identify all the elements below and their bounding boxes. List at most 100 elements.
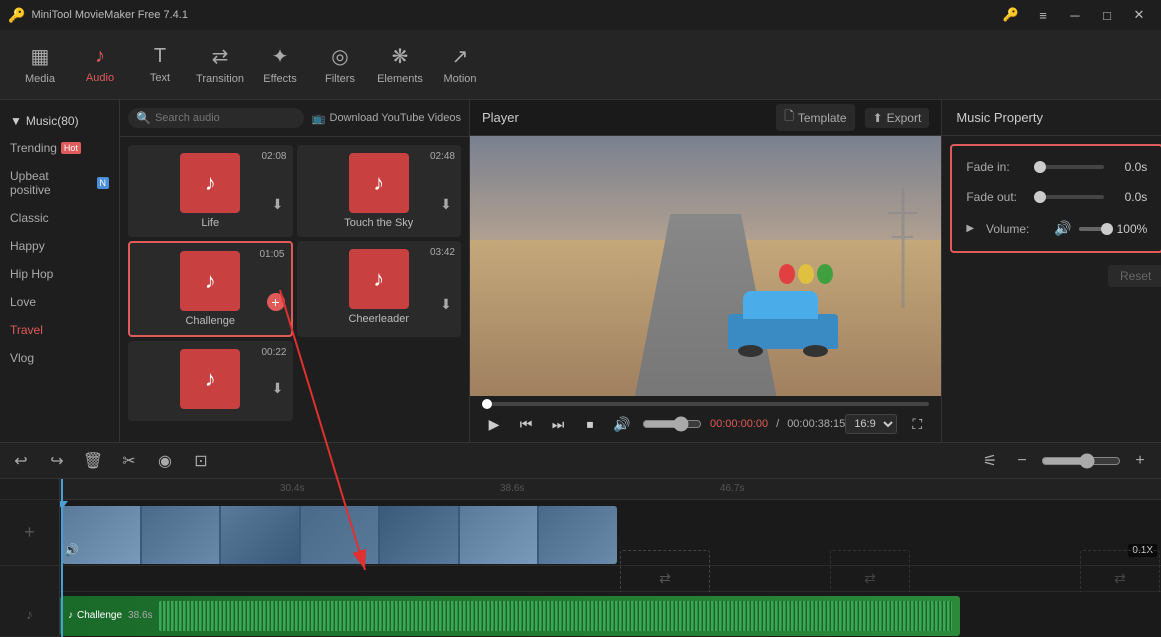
effects-icon: ✦ [272, 44, 289, 69]
stop-button[interactable]: ⏹ [578, 412, 602, 436]
audio-card-touchsky[interactable]: 02:48 ♪ Touch the Sky ⬇ [297, 145, 462, 237]
sidebar-item-classic[interactable]: Classic [0, 204, 119, 232]
maximize-button[interactable]: □ [1093, 4, 1121, 26]
track5-download-button[interactable]: ⬇ [269, 379, 287, 397]
pin-button[interactable]: 🔑 [997, 4, 1025, 26]
zoom-controls: ⚟ − + [977, 448, 1153, 474]
fade-in-slider[interactable] [1034, 165, 1104, 169]
download-youtube-button[interactable]: 📺 Download YouTube Videos [312, 112, 461, 125]
step-fwd-button[interactable]: ⏭ [546, 412, 570, 436]
crop-button[interactable]: ⊡ [188, 448, 214, 474]
cheerleader-thumbnail: ♪ [349, 249, 409, 309]
volume-slider[interactable] [642, 416, 702, 432]
audio-card-track5[interactable]: 00:22 ♪ ⬇ [128, 341, 293, 421]
audio-detach-button[interactable]: ◉ [152, 448, 178, 474]
export-button[interactable]: ⬆ Export [865, 108, 930, 128]
reset-button[interactable]: Reset [1108, 265, 1161, 287]
step-back-button[interactable]: ⏮ [514, 412, 538, 436]
template-button[interactable]: 🗋 Template [776, 104, 854, 131]
transition-slot-1-icon: ⇄ [659, 570, 671, 587]
video-track-label: + [0, 500, 59, 566]
life-thumbnail: ♪ [180, 153, 240, 213]
audio-clip[interactable]: ♪ Challenge 38.6s [60, 596, 960, 636]
sidebar-item-trending[interactable]: Trending Hot [0, 134, 119, 162]
zoom-minus-button[interactable]: − [1009, 448, 1035, 474]
audio-clip-duration: 38.6s [128, 610, 152, 621]
sidebar-item-hiphop[interactable]: Hip Hop [0, 260, 119, 288]
close-button[interactable]: ✕ [1125, 4, 1153, 26]
challenge-add-button[interactable]: + [267, 293, 285, 311]
zoom-slider[interactable] [1041, 453, 1121, 469]
audio-label: Audio [86, 72, 114, 84]
fade-out-thumb[interactable] [1034, 191, 1046, 203]
playhead-triangle [60, 501, 68, 509]
zoom-plus-button[interactable]: + [1127, 448, 1153, 474]
fade-out-label: Fade out: [966, 190, 1026, 204]
search-box[interactable]: 🔍 [128, 108, 304, 128]
trending-badge: Hot [61, 142, 81, 154]
audio-card-challenge[interactable]: 01:05 ♪ Challenge + [128, 241, 293, 337]
video-clip[interactable] [62, 506, 617, 564]
progress-thumb[interactable] [482, 399, 492, 409]
app-title: MiniTool MovieMaker Free 7.4.1 [31, 9, 188, 21]
volume-thumb[interactable] [1101, 223, 1113, 235]
toolbar-audio[interactable]: ♪ Audio [70, 35, 130, 95]
life-download-button[interactable]: ⬇ [269, 195, 287, 213]
sidebar-item-upbeat[interactable]: Upbeat positive N [0, 162, 119, 204]
challenge-duration: 01:05 [259, 249, 284, 260]
ruler-mark-1: 30.4s [280, 483, 304, 494]
progress-bar[interactable] [482, 402, 929, 406]
sidebar-item-travel[interactable]: Travel [0, 316, 119, 344]
toolbar-filters[interactable]: ◎ Filters [310, 35, 370, 95]
music-note-icon5: ♪ [205, 366, 216, 392]
redo-button[interactable]: ↪ [44, 448, 70, 474]
sidebar-item-happy[interactable]: Happy [0, 232, 119, 260]
minimize-button[interactable]: ─ [1061, 4, 1089, 26]
media-label: Media [25, 73, 55, 85]
video-volume-icon: 🔊 [64, 543, 79, 557]
fullscreen-button[interactable]: ⛶ [905, 412, 929, 436]
transition-slot-2-icon: ⇄ [864, 570, 876, 587]
toolbar-media[interactable]: ▦ Media [10, 35, 70, 95]
search-input[interactable] [155, 112, 296, 124]
toolbar-motion[interactable]: ↗ Motion [430, 35, 490, 95]
fade-out-slider[interactable] [1034, 195, 1104, 199]
motion-icon: ↗ [452, 44, 469, 69]
toolbar: ▦ Media ♪ Audio T Text ⇄ Transition ✦ Ef… [0, 30, 1161, 100]
toolbar-transition[interactable]: ⇄ Transition [190, 35, 250, 95]
toolbar-effects[interactable]: ✦ Effects [250, 35, 310, 95]
timeline-area: ↩ ↪ 🗑 ✂ ◉ ⊡ ⚟ − + + ♪ [0, 442, 1161, 637]
volume-slider-property[interactable] [1079, 227, 1104, 231]
toolbar-text[interactable]: T Text [130, 35, 190, 95]
sidebar-item-love[interactable]: Love [0, 288, 119, 316]
add-track-button[interactable]: + [24, 522, 35, 543]
text-icon: T [154, 45, 166, 68]
zoom-out-button[interactable]: ⚟ [977, 448, 1003, 474]
sidebar-collapse-icon[interactable]: ▼ [10, 114, 22, 128]
sidebar-item-vlog[interactable]: Vlog [0, 344, 119, 372]
audio-card-cheerleader[interactable]: 03:42 ♪ Cheerleader ⬇ [297, 241, 462, 337]
fade-in-row: Fade in: 0.0s [966, 160, 1147, 174]
playhead[interactable] [61, 479, 63, 637]
aspect-ratio-select[interactable]: 16:9 9:16 1:1 4:3 [845, 414, 897, 434]
fade-in-thumb[interactable] [1034, 161, 1046, 173]
cheerleader-duration: 03:42 [430, 247, 455, 258]
touchsky-title: Touch the Sky [305, 217, 454, 229]
volume-expand-icon[interactable]: ▶ [966, 223, 974, 234]
touchsky-download-button[interactable]: ⬇ [437, 195, 455, 213]
fade-in-value: 0.0s [1112, 160, 1147, 174]
play-button[interactable]: ▶ [482, 412, 506, 436]
motion-label: Motion [443, 73, 476, 85]
toolbar-elements[interactable]: ❋ Elements [370, 35, 430, 95]
volume-button[interactable]: 🔊 [610, 412, 634, 436]
undo-button[interactable]: ↩ [8, 448, 34, 474]
delete-button[interactable]: 🗑 [80, 448, 106, 474]
cheerleader-download-button[interactable]: ⬇ [437, 295, 455, 313]
menu-button[interactable]: ≡ [1029, 4, 1057, 26]
main-area: ▼ Music(80) Trending Hot Upbeat positive… [0, 100, 1161, 442]
export-icon: ⬆ [873, 111, 883, 125]
app-logo-icon: 🔑 [8, 7, 25, 24]
audio-card-life[interactable]: 02:08 ♪ Life ⬇ [128, 145, 293, 237]
cut-button[interactable]: ✂ [116, 448, 142, 474]
audio-clip-label: ♪ Challenge [68, 610, 122, 621]
